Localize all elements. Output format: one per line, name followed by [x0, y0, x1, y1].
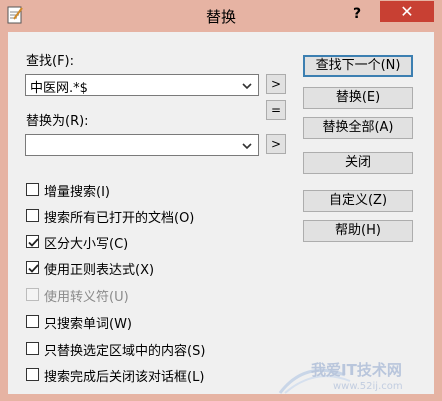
option-checkbox[interactable]: [26, 315, 39, 328]
option-label: 增量搜索(I): [44, 185, 110, 200]
option-label: 使用转义符(U): [44, 290, 129, 305]
help-button[interactable]: 帮助(H): [303, 220, 413, 242]
close-button[interactable]: 关闭: [303, 152, 413, 174]
find-next-button[interactable]: 查找下一个(N): [303, 55, 413, 77]
find-value: 中医网.*$: [30, 81, 88, 96]
chevron-down-icon[interactable]: [242, 141, 252, 151]
checkmark-icon: [28, 264, 39, 273]
help-title-button[interactable]: ?: [346, 3, 368, 25]
svg-text:我爱IT技术网: 我爱IT技术网: [311, 361, 402, 379]
option-checkbox[interactable]: [26, 368, 39, 381]
option-label: 搜索所有已打开的文档(O): [44, 211, 195, 226]
frame-bottom: [0, 394, 442, 401]
option-checkbox[interactable]: [26, 209, 39, 222]
svg-text:www.52ij.com: www.52ij.com: [333, 381, 403, 392]
option-checkbox[interactable]: [26, 342, 39, 355]
option-checkbox[interactable]: [26, 261, 39, 274]
find-regex-helper-button[interactable]: >: [266, 74, 286, 94]
checkmark-icon: [28, 238, 39, 247]
find-combobox[interactable]: 中医网.*$: [25, 74, 259, 96]
replace-all-button[interactable]: 替换全部(A): [303, 117, 413, 139]
swap-button[interactable]: =: [266, 100, 286, 120]
title-bar: 替换 ? ✕: [0, 0, 442, 32]
close-window-button[interactable]: ✕: [380, 1, 434, 22]
option-label: 只替换选定区域中的内容(S): [44, 344, 206, 359]
frame-right: [434, 32, 442, 401]
replace-label: 替换为(R):: [26, 114, 89, 129]
watermark-logo: 我爱IT技术网 www.52ij.com: [278, 361, 403, 394]
option-label: 区分大小写(C): [44, 237, 129, 252]
frame-left: [0, 32, 8, 401]
option-checkbox[interactable]: [26, 235, 39, 248]
chevron-down-icon[interactable]: [242, 81, 252, 91]
replace-regex-helper-button[interactable]: >: [266, 134, 286, 154]
find-label: 查找(F):: [26, 54, 75, 69]
option-checkbox[interactable]: [26, 183, 39, 196]
window-title: 替换: [205, 8, 236, 26]
customize-button[interactable]: 自定义(Z): [303, 190, 413, 212]
option-label: 搜索完成后关闭该对话框(L): [44, 370, 205, 385]
option-checkbox: [26, 288, 39, 301]
option-label: 只搜索单词(W): [44, 317, 132, 332]
option-label: 使用正则表达式(X): [44, 263, 155, 278]
replace-combobox[interactable]: [25, 134, 259, 156]
replace-button[interactable]: 替换(E): [303, 87, 413, 109]
